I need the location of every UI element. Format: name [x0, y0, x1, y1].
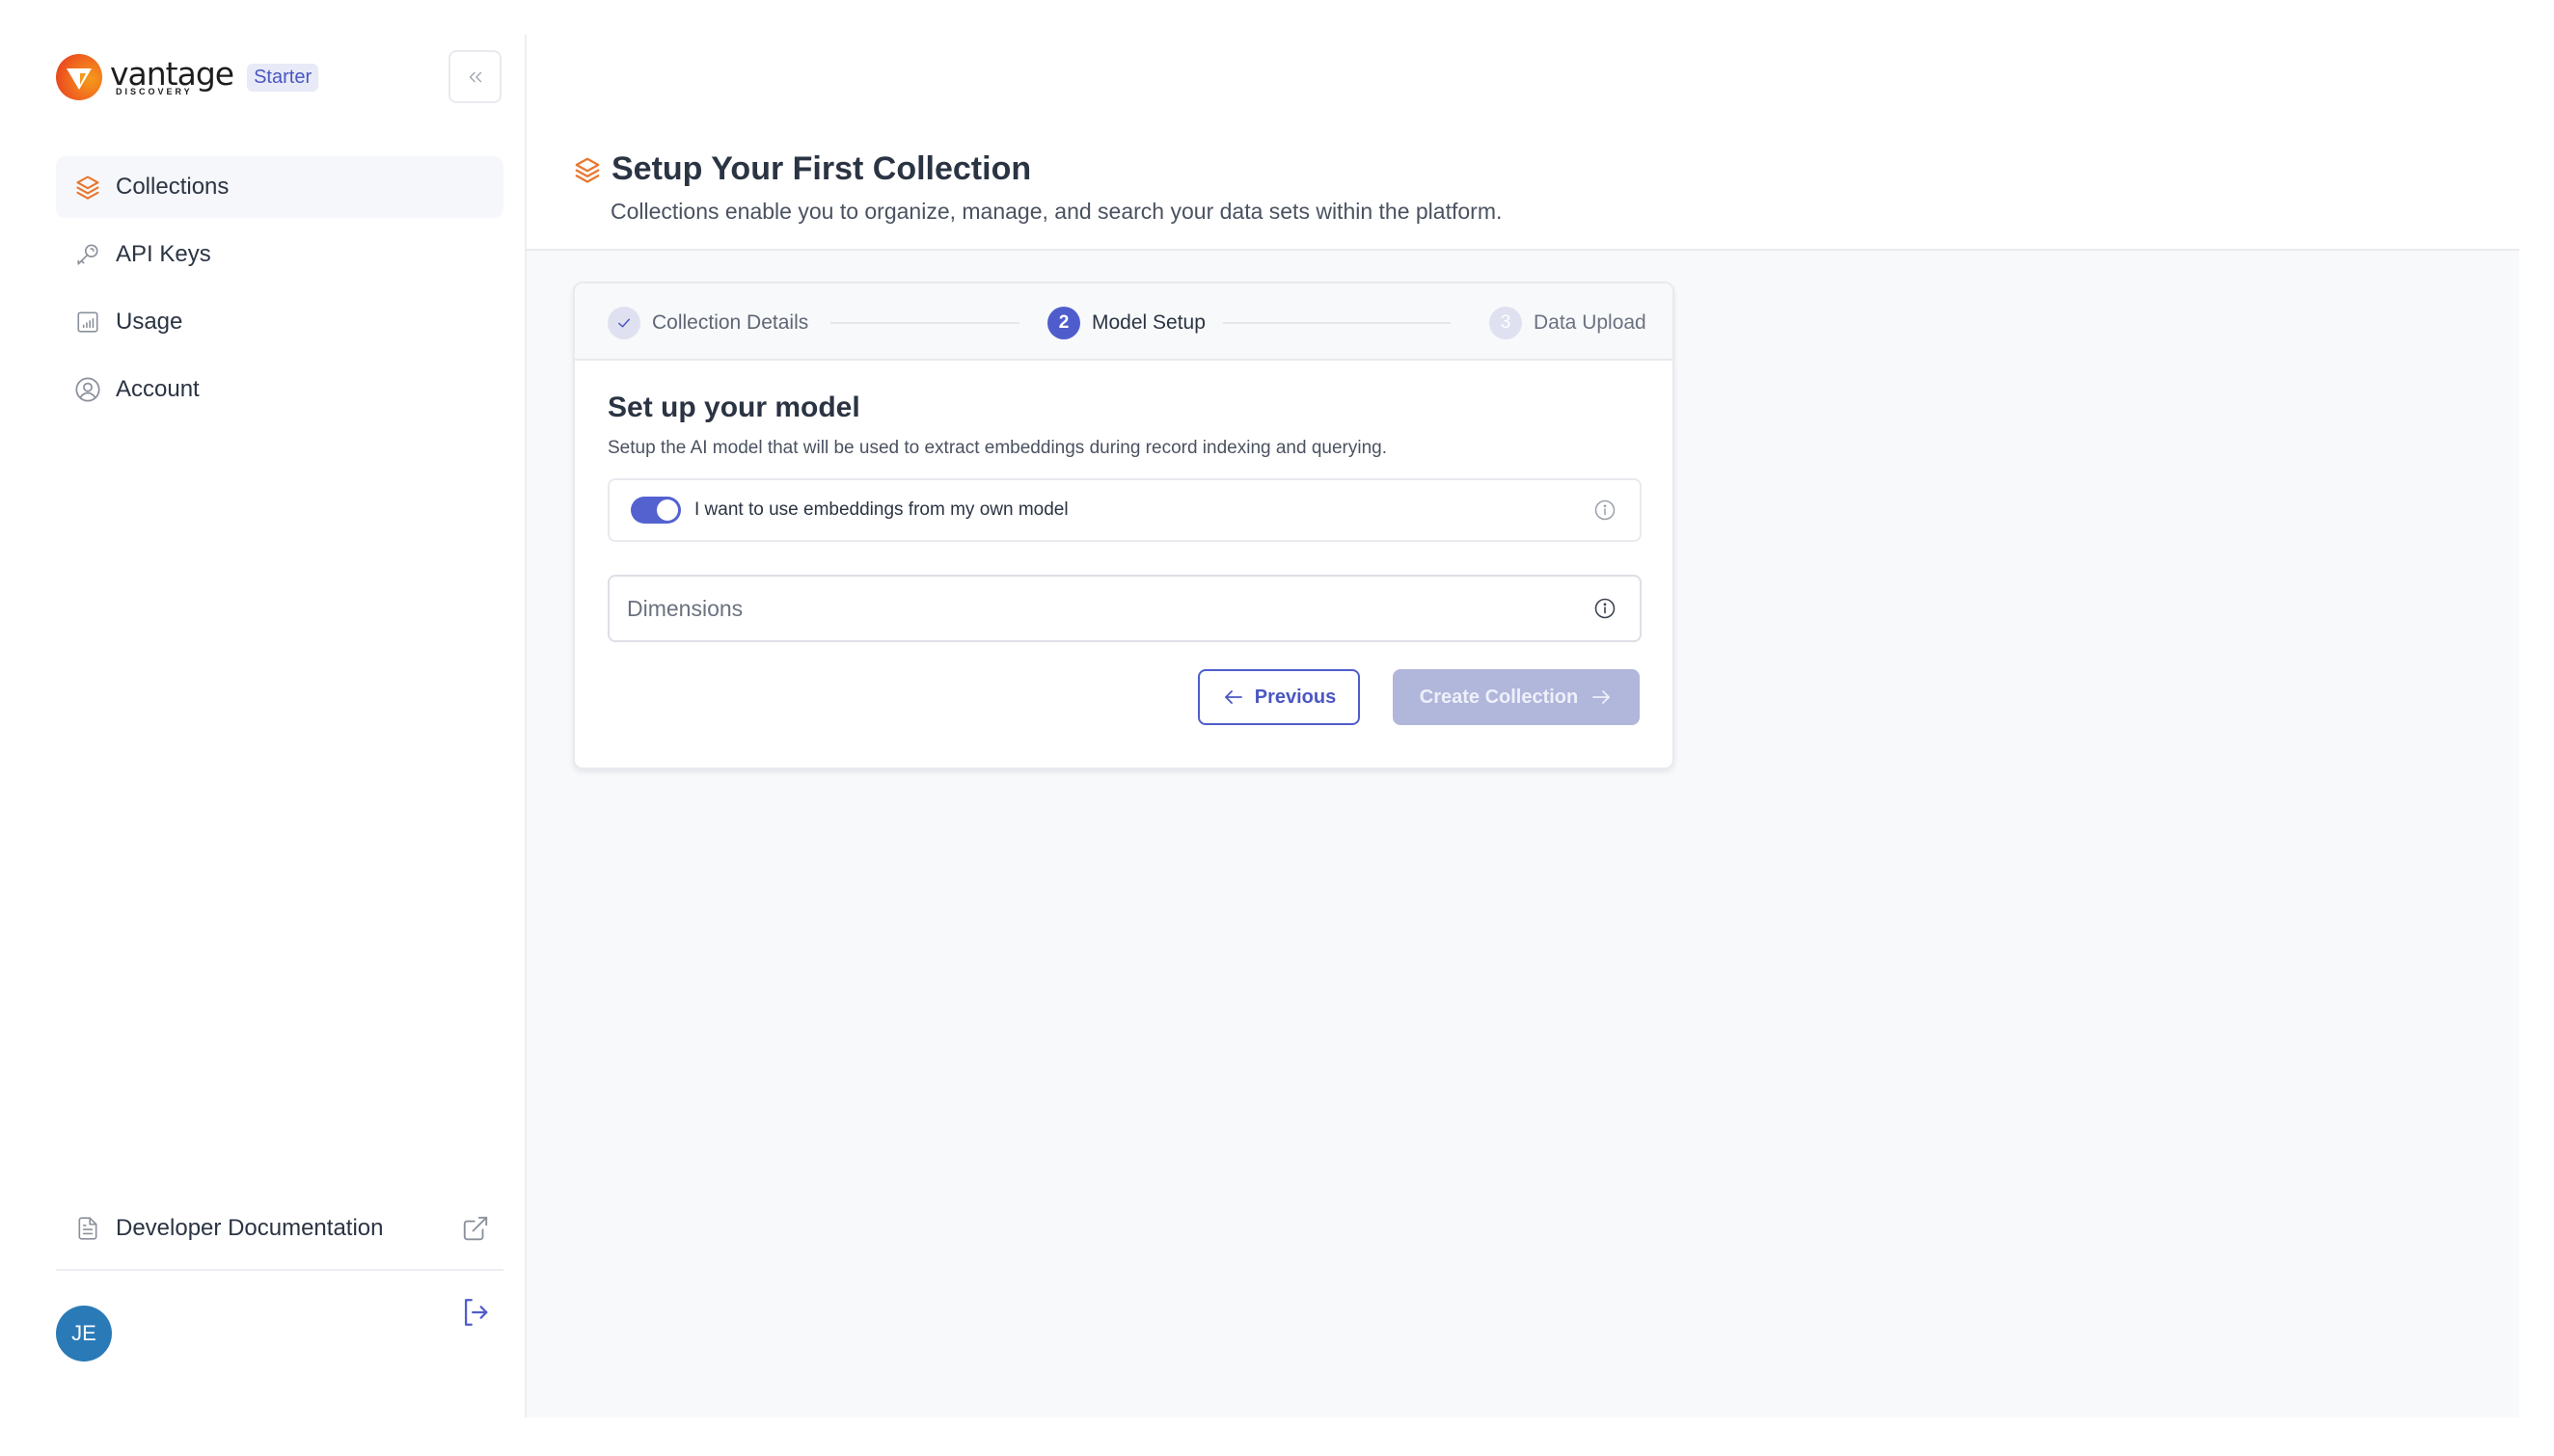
previous-button[interactable]: Previous: [1198, 669, 1360, 725]
create-collection-button-label: Create Collection: [1419, 686, 1579, 708]
sidebar-item-api-keys[interactable]: API Keys: [56, 224, 503, 285]
user-section: JE: [56, 1271, 503, 1377]
document-icon: [73, 1214, 102, 1243]
dimensions-field: [608, 575, 1642, 642]
stepper: Collection Details 2 Model Setup 3 Data …: [575, 283, 1672, 361]
page-title-row: Setup Your First Collection: [573, 150, 1031, 188]
own-model-toggle-label: I want to use embeddings from my own mod…: [694, 499, 1069, 520]
layers-icon: [575, 157, 600, 183]
previous-button-label: Previous: [1254, 686, 1337, 708]
brand-wordmark: vantage DISCOVERY: [110, 55, 234, 96]
chevrons-left-icon: [469, 71, 481, 82]
page-title: Setup Your First Collection: [611, 150, 1032, 187]
step-number: 3: [1489, 307, 1522, 339]
sidebar-item-label: Collections: [116, 174, 230, 200]
main-content: Setup Your First Collection Collections …: [527, 35, 2519, 1417]
vantage-logo-icon: [56, 54, 102, 100]
brand-logo[interactable]: vantage DISCOVERY Starter: [56, 54, 319, 100]
dimensions-input[interactable]: [610, 577, 1537, 640]
setup-wizard-card: Collection Details 2 Model Setup 3 Data …: [573, 282, 1674, 769]
toggle-knob: [657, 499, 678, 521]
own-model-toggle[interactable]: [631, 497, 681, 524]
sidebar-item-label: Usage: [116, 309, 183, 335]
info-icon[interactable]: [1593, 597, 1617, 620]
plan-badge: Starter: [247, 63, 319, 92]
collapse-sidebar-button[interactable]: [448, 50, 502, 103]
section-title: Set up your model: [608, 391, 860, 423]
sidebar-item-account[interactable]: Account: [56, 359, 503, 420]
step-label: Collection Details: [652, 311, 809, 334]
arrow-left-icon: [1224, 690, 1242, 704]
user-circle-icon: [73, 375, 102, 404]
info-icon[interactable]: [1593, 499, 1617, 522]
create-collection-button[interactable]: Create Collection: [1393, 669, 1640, 725]
step-label: Data Upload: [1534, 311, 1646, 334]
page-header: Setup Your First Collection Collections …: [527, 35, 2519, 251]
bar-chart-icon: [73, 308, 102, 337]
step-number: 2: [1047, 307, 1080, 339]
developer-docs-link[interactable]: Developer Documentation: [56, 1198, 503, 1259]
arrow-right-icon: [1592, 690, 1611, 704]
sidebar-item-label: Account: [116, 376, 200, 402]
check-icon: [608, 307, 640, 339]
sidebar: vantage DISCOVERY Starter Collections AP…: [0, 35, 527, 1417]
avatar[interactable]: JE: [56, 1306, 112, 1362]
step-connector: [830, 322, 1019, 324]
layers-icon: [73, 173, 102, 202]
key-icon: [73, 240, 102, 269]
sidebar-item-usage[interactable]: Usage: [56, 291, 503, 353]
sidebar-footer: Developer Documentation JE: [56, 1198, 503, 1377]
developer-docs-label: Developer Documentation: [116, 1215, 384, 1241]
brand-tagline: DISCOVERY: [116, 87, 193, 96]
section-description: Setup the AI model that will be used to …: [608, 438, 1388, 458]
step-connector: [1223, 322, 1451, 324]
step-data-upload: 3 Data Upload: [1489, 307, 1646, 339]
app-root: vantage DISCOVERY Starter Collections AP…: [0, 0, 2554, 1417]
own-model-toggle-row: I want to use embeddings from my own mod…: [608, 478, 1642, 542]
sidebar-nav: Collections API Keys Usage Account: [56, 156, 503, 426]
sidebar-item-collections[interactable]: Collections: [56, 156, 503, 218]
step-label: Model Setup: [1092, 311, 1206, 334]
sidebar-item-label: API Keys: [116, 241, 211, 267]
logout-icon[interactable]: [459, 1296, 492, 1329]
brand-name: vantage: [110, 55, 234, 93]
external-link-icon: [463, 1216, 488, 1241]
step-collection-details[interactable]: Collection Details: [608, 307, 808, 339]
page-subtitle: Collections enable you to organize, mana…: [611, 199, 1503, 224]
step-model-setup[interactable]: 2 Model Setup: [1047, 307, 1206, 339]
